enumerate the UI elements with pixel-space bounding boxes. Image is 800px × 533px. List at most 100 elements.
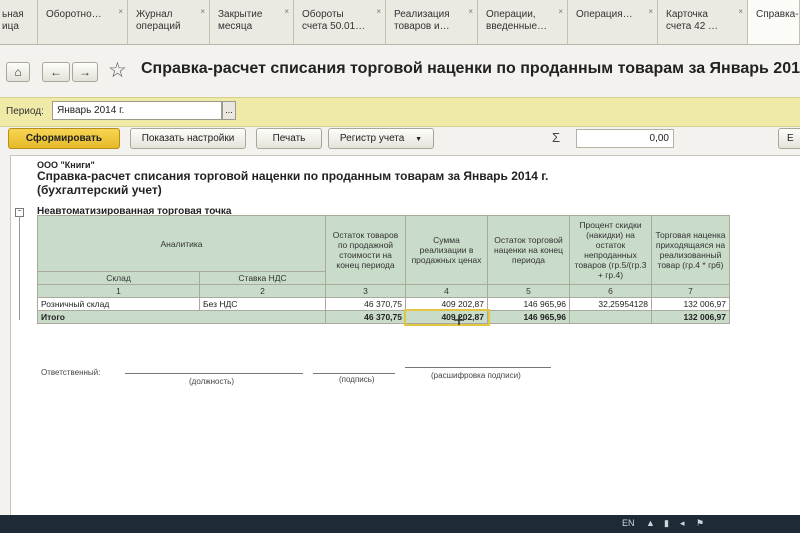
position-caption: (должность) [189,377,234,386]
close-icon[interactable]: × [376,6,381,18]
crosshair-cursor-icon [454,315,464,325]
close-icon[interactable]: × [200,6,205,18]
document-header: ⌂ ← → ☆ Справка-расчет списания торговой… [0,54,800,92]
flag-icon[interactable]: ⚑ [696,518,704,529]
close-icon[interactable]: × [648,6,653,18]
tab-main[interactable]: ьная ица [0,0,38,44]
period-input[interactable]: Январь 2014 г. [52,101,222,120]
back-arrow-icon[interactable]: ← [42,62,70,82]
column-number: 2 [199,284,326,298]
sigma-icon: Σ [552,130,561,145]
forward-arrow-icon[interactable]: → [72,62,98,82]
column-number: 4 [405,284,488,298]
header-row: Аналитика Остаток товаров по продажной с… [37,215,730,285]
report-spreadsheet[interactable]: ООО "Книги" Справка-расчет списания торг… [10,155,800,533]
header-col6: Процент скидки (накидки) на остаток непр… [569,215,652,285]
cell-col3[interactable]: 46 370,75 [325,297,406,311]
selected-sum-field: 0,00 [576,129,674,148]
total-col6[interactable] [569,310,652,324]
tab-label: Реализация товаров и… [394,9,450,32]
tab-report-active[interactable]: Справка-… [748,0,800,44]
language-indicator[interactable]: EN [622,518,635,528]
report-title: Справка-расчет списания торговой наценки… [37,169,548,197]
column-number: 3 [325,284,406,298]
tab-label: Операции, введенные… [486,9,548,32]
volume-icon[interactable]: ◂ [680,518,685,529]
cell-sklad[interactable]: Розничный склад [37,297,200,311]
page-title: Справка-расчет списания торговой наценки… [141,60,800,77]
chevron-down-icon: ▼ [415,136,423,143]
tab-label: Справка-… [756,9,799,20]
register-label: Регистр учета [339,133,405,144]
tab-operations[interactable]: Операции, введенные… × [478,0,568,44]
close-icon[interactable]: × [468,6,473,18]
cell-col7[interactable]: 132 006,97 [651,297,730,311]
signature-line [313,373,395,374]
print-button[interactable]: Печать [256,128,322,149]
close-icon[interactable]: × [118,6,123,18]
generate-button[interactable]: Сформировать [8,128,120,149]
column-number: 5 [487,284,570,298]
header-sklad: Склад [37,271,200,285]
period-label: Период: [6,106,44,117]
tab-turnover[interactable]: Оборотно… × [38,0,128,44]
command-bar: Сформировать Показать настройки Печать Р… [0,126,800,152]
close-icon[interactable]: × [738,6,743,18]
register-dropdown-button[interactable]: Регистр учета ▼ [328,128,434,149]
total-col4-selected[interactable]: 409 202,87 [403,308,490,326]
header-col3: Остаток товаров по продажной стоимости н… [325,215,406,285]
cell-vat[interactable]: Без НДС [199,297,326,311]
total-row: Итого 46 370,75 409 202,87 146 965,96 13… [37,308,730,326]
tab-label: Журнал операций [136,9,181,32]
star-icon[interactable]: ☆ [108,58,127,83]
report-title-line1: Справка-расчет списания торговой наценки… [37,169,549,183]
header-col7: Торговая наценка приходящаяся на реализо… [651,215,730,285]
report-title-line2: (бухгалтерский учет) [37,183,162,197]
tab-label: ьная ица [2,9,24,32]
tab-month-close[interactable]: Закрытие месяца × [210,0,294,44]
more-button[interactable]: Е [778,128,800,149]
header-vat: Ставка НДС [199,271,326,285]
tab-journal[interactable]: Журнал операций × [128,0,210,44]
network-icon[interactable]: ▮ [664,518,669,529]
tab-label: Оборотно… [46,9,102,20]
close-icon[interactable]: × [558,6,563,18]
column-number: 1 [37,284,200,298]
report-table: Аналитика Остаток товаров по продажной с… [37,215,730,326]
header-col5: Остаток торговой наценки на конец период… [487,215,570,285]
period-panel: Период: Январь 2014 г. ... [0,97,800,127]
header-col4: Сумма реализации в продажных ценах [405,215,488,285]
total-col5[interactable]: 146 965,96 [487,310,570,324]
decoding-line [405,367,551,368]
tab-label: Закрытие месяца [218,9,263,32]
header-analytics: Аналитика [37,215,326,272]
total-col3[interactable]: 46 370,75 [325,310,406,324]
column-number: 7 [651,284,730,298]
responsible-label: Ответственный: [41,368,101,377]
tab-label: Карточка счета 42 … [666,9,719,32]
tab-label: Операция… [576,9,633,20]
os-taskbar: EN ▲ ▮ ◂ ⚑ [0,515,800,533]
period-picker-button[interactable]: ... [222,101,236,120]
total-label[interactable]: Итого [37,310,326,324]
home-icon[interactable]: ⌂ [6,62,30,82]
show-settings-button[interactable]: Показать настройки [130,128,246,149]
cell-col6[interactable]: 32,25954128 [569,297,652,311]
tab-operation[interactable]: Операция… × [568,0,658,44]
tab-sales[interactable]: Реализация товаров и… × [386,0,478,44]
document-tabs: ьная ица Оборотно… × Журнал операций × Зак… [0,0,800,45]
column-number-row: 1 2 3 4 5 6 7 [37,284,730,298]
close-icon[interactable]: × [284,6,289,18]
tab-account-turnover[interactable]: Обороты счета 50.01… × [294,0,386,44]
total-col7[interactable]: 132 006,97 [651,310,730,324]
table-row: Розничный склад Без НДС 46 370,75 409 20… [37,297,730,311]
cell-col4[interactable]: 409 202,87 [405,297,488,311]
group-bracket [19,216,20,320]
position-line [125,373,303,374]
cell-col5[interactable]: 146 965,96 [487,297,570,311]
app-window: ьная ица Оборотно… × Журнал операций × Зак… [0,0,800,533]
tray-arrow-icon[interactable]: ▲ [646,518,655,528]
signature-caption: (подпись) [339,375,375,384]
decoding-caption: (расшифровка подписи) [431,371,521,380]
tab-account-card[interactable]: Карточка счета 42 … × [658,0,748,44]
